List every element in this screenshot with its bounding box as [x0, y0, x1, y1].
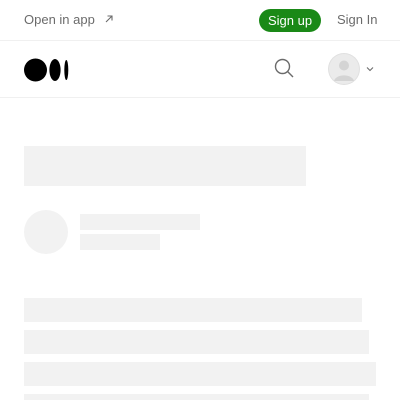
medium-logo-icon[interactable]	[24, 58, 70, 82]
body-line-skeleton	[24, 330, 369, 354]
author-meta-skeleton	[80, 234, 160, 250]
sign-up-button[interactable]: Sign up	[259, 9, 321, 32]
author-name-skeleton	[80, 214, 200, 230]
top-bar: Open in app Sign up Sign In	[0, 0, 400, 41]
search-icon[interactable]	[273, 57, 295, 79]
body-line-skeleton	[24, 362, 376, 386]
body-line-skeleton	[24, 298, 362, 322]
user-menu[interactable]	[328, 53, 374, 85]
title-skeleton	[24, 146, 306, 186]
open-in-app-label: Open in app	[24, 12, 95, 27]
arrow-up-right-icon	[104, 14, 114, 26]
open-in-app-link[interactable]: Open in app	[24, 12, 114, 27]
sign-in-link[interactable]: Sign In	[337, 12, 377, 27]
chevron-down-icon	[366, 60, 374, 78]
author-avatar-skeleton	[24, 210, 68, 254]
body-line-skeleton	[24, 394, 369, 400]
user-avatar-icon	[328, 53, 360, 85]
